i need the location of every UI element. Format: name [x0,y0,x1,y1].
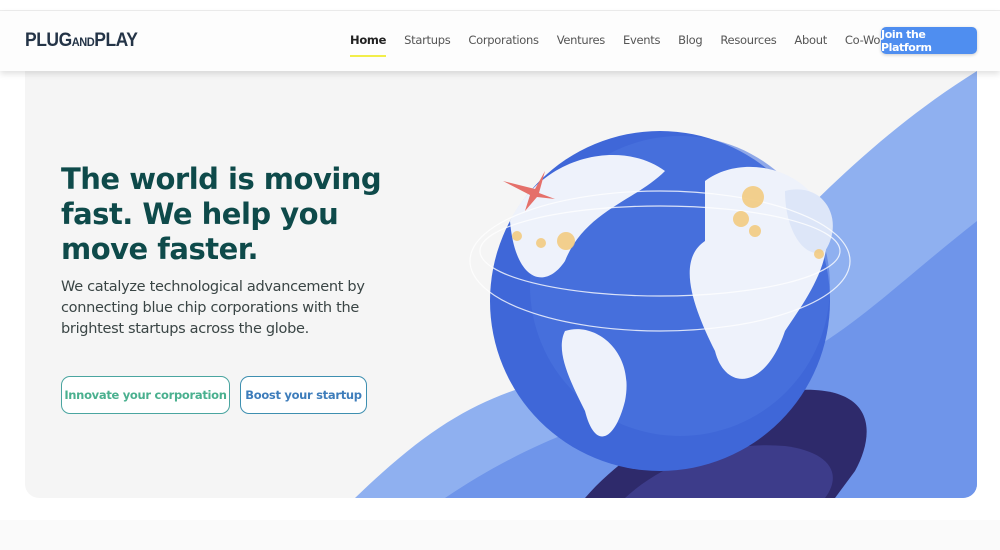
nav-corporations[interactable]: Corporations [468,33,539,47]
hero-section: The world is moving fast. We help you mo… [25,71,977,498]
nav-events[interactable]: Events [623,33,660,47]
nav-resources[interactable]: Resources [720,33,776,47]
hero-subtitle: We catalyze technological advancement by… [61,279,365,337]
innovate-corporation-button[interactable]: Innovate your corporation [61,376,230,414]
main-nav: Home Startups Corporations Ventures Even… [350,33,926,57]
nav-ventures[interactable]: Ventures [557,33,606,47]
nav-blog[interactable]: Blog [678,33,703,47]
site-header: PLUGANDPLAY Home Startups Corporations V… [0,11,1000,71]
nav-home[interactable]: Home [350,33,386,57]
nav-about[interactable]: About [794,33,827,47]
logo[interactable]: PLUGANDPLAY [25,30,138,52]
join-platform-button[interactable]: Join the Platform [881,27,977,54]
boost-startup-button[interactable]: Boost your startup [240,376,367,414]
next-section [0,520,1000,550]
hero-title: The world is moving fast. We help you mo… [61,162,382,266]
nav-startups[interactable]: Startups [404,33,451,47]
